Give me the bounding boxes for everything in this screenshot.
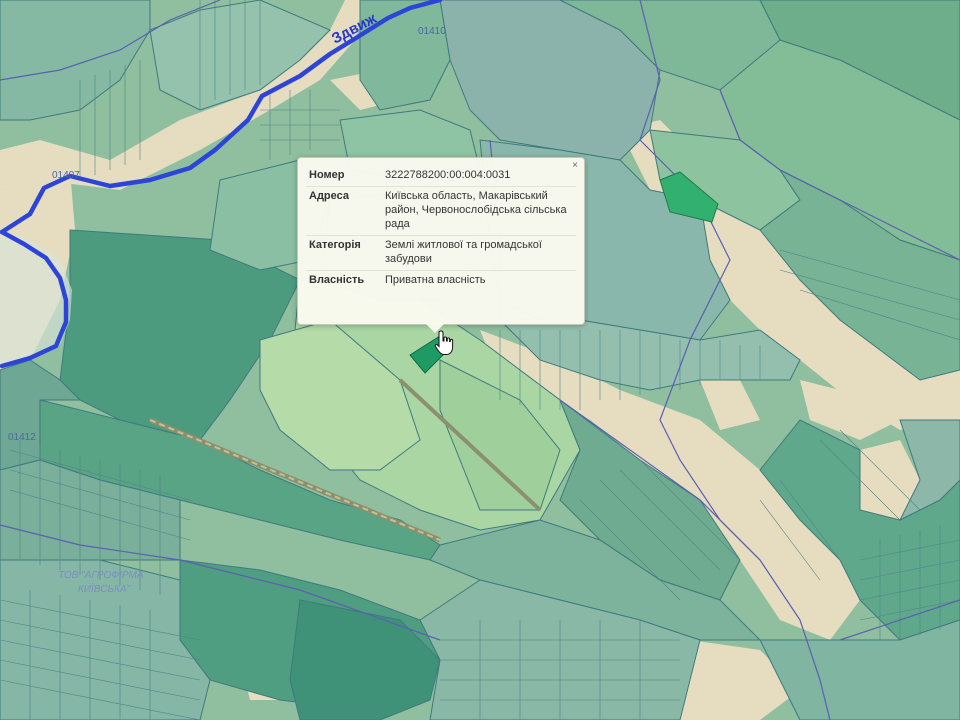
close-icon[interactable]: × [572, 161, 578, 171]
cadastral-number-value: 3222788200:00:004:0031 [383, 166, 576, 187]
info-key: Номер [306, 166, 383, 187]
parcel-number-label: 01407 [52, 170, 80, 181]
info-key: Власність [309, 274, 365, 286]
info-key: Адреса [306, 186, 383, 236]
info-row-category: Категорія Землі житлової та громадської … [306, 235, 576, 271]
parcel-number-label: 01412 [8, 432, 36, 443]
info-row-address: Адреса Київська область, Макарівський ра… [306, 186, 576, 236]
parcel-info-table: Номер 3222788200:00:004:0031 Адреса Київ… [306, 166, 576, 291]
parcel-info-popup: × Номер 3222788200:00:004:0031 Адреса Ки… [297, 157, 585, 333]
info-row-ownership: Власність Приватна власність [306, 271, 576, 292]
cadastral-map[interactable]: Здвиж 01410 01407 01412 ТОВ "АГРОФІРМА К… [0, 0, 960, 720]
info-key: Категорія [306, 235, 383, 271]
address-value: Київська область, Макарівський район, Че… [383, 186, 576, 236]
farm-label: ТОВ "АГРОФІРМА [58, 570, 144, 581]
ownership-value: Приватна власність [385, 274, 486, 286]
info-row-number: Номер 3222788200:00:004:0031 [306, 166, 576, 187]
category-value: Землі житлової та громадської забудови [383, 235, 576, 271]
farm-label: КИЇВСЬКА" [78, 583, 131, 595]
hand-pointer-icon [434, 330, 454, 355]
parcel-number-label: 01410 [418, 26, 446, 37]
